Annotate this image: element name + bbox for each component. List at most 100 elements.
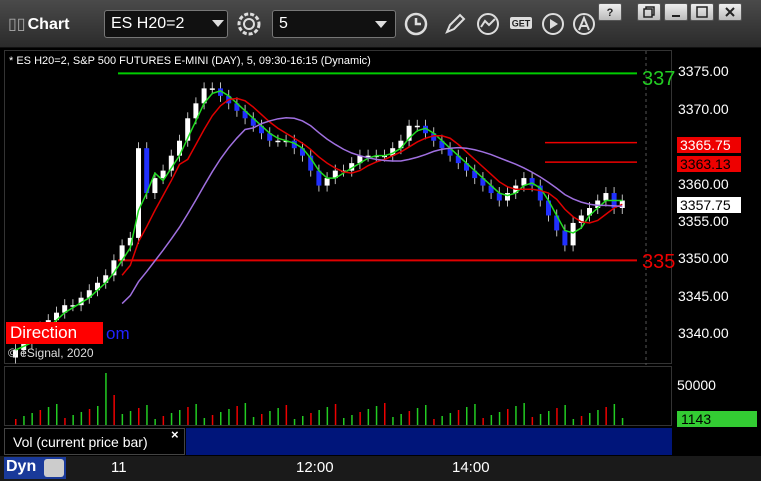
volume-bar: [326, 407, 329, 425]
interval-select[interactable]: 5: [272, 10, 396, 38]
volume-bar: [580, 416, 583, 425]
volume-bar: [220, 412, 222, 425]
volume-bar: [441, 416, 443, 425]
maximize-button[interactable]: [690, 3, 714, 21]
volume-bar: [162, 416, 165, 425]
volume-bar: [318, 410, 320, 425]
volume-bar: [211, 415, 214, 425]
dynamic-label: Dyn: [6, 458, 37, 475]
volume-bar: [236, 406, 238, 425]
green-level-label: 337: [642, 68, 676, 90]
minimize-button[interactable]: [664, 3, 688, 21]
volume-bar: [15, 419, 17, 425]
volume-bar: [375, 406, 378, 425]
symbol-input[interactable]: ES H20=2: [104, 10, 228, 38]
lower-red-price-tag: 3363.13: [677, 156, 741, 172]
price-tick-label: 3375.00: [678, 63, 729, 80]
volume-bar: [195, 404, 197, 425]
time-label-1400: 14:00: [452, 459, 490, 476]
volume-bar: [302, 416, 304, 425]
pencil-icon[interactable]: [440, 10, 470, 38]
play-icon[interactable]: [538, 10, 568, 38]
interval-value: 5: [279, 15, 288, 32]
red-average-line: [121, 97, 623, 276]
time-label-1200: 12:00: [296, 459, 334, 476]
volume-bar: [433, 419, 435, 425]
volume-study-tab[interactable]: Vol (current price bar): [4, 428, 185, 455]
volume-bar: [343, 418, 345, 425]
gear-icon[interactable]: [234, 10, 264, 38]
volume-bar: [597, 410, 599, 425]
svg-text:?: ?: [607, 7, 614, 18]
volume-bar: [482, 418, 484, 425]
volume-bar: [285, 405, 288, 425]
volume-bar: [252, 417, 255, 425]
chart-title-text: Chart: [27, 16, 70, 33]
volume-bar: [293, 419, 296, 425]
volume-bar: [474, 404, 476, 425]
volume-bar: [515, 406, 517, 425]
volume-panel[interactable]: [4, 366, 672, 426]
volume-bar: [138, 408, 140, 425]
help-button[interactable]: ?: [598, 3, 622, 21]
volume-bar: [72, 415, 74, 425]
volume-bar: [88, 409, 91, 425]
dynamic-toggle-icon[interactable]: [44, 459, 64, 477]
volume-bar: [351, 415, 353, 425]
volume-bar: [613, 404, 616, 425]
volume-bar: [179, 410, 181, 425]
direction-label-text: Direction: [10, 323, 78, 342]
time-label-11: 11: [111, 459, 127, 476]
close-icon: [725, 7, 735, 17]
volume-bar: [367, 409, 370, 425]
volume-bar: [572, 419, 575, 425]
volume-bar: [425, 405, 427, 425]
candle: [152, 178, 158, 194]
volume-bar: [539, 414, 542, 425]
direction-overlay-text: om: [106, 324, 130, 343]
alert-icon[interactable]: [569, 10, 599, 38]
direction-label: Direction om: [6, 322, 130, 344]
price-tick-label: 3355.00: [678, 212, 729, 229]
volume-bar: [384, 403, 386, 425]
candle: [505, 193, 510, 201]
get-data-icon[interactable]: GET: [506, 10, 536, 38]
price-tick-label: 3345.00: [678, 287, 729, 304]
volume-bar: [129, 411, 132, 425]
price-chart[interactable]: [4, 50, 672, 365]
volume-bar: [310, 413, 312, 425]
close-study-icon[interactable]: ×: [171, 427, 179, 442]
volume-bar: [466, 407, 468, 425]
candle: [275, 140, 281, 143]
price-tick-label: 3350.00: [678, 250, 729, 267]
volume-bar: [457, 410, 460, 425]
price-tick-label: 3340.00: [678, 325, 729, 342]
price-tick-label: 3360.00: [678, 175, 729, 192]
restore-button[interactable]: [637, 3, 661, 21]
volume-bar: [39, 410, 42, 425]
volume-bar: [97, 406, 99, 425]
clock-icon[interactable]: [401, 10, 431, 38]
symbol-chevron-down-icon[interactable]: [212, 20, 224, 27]
study-bar-area: [186, 428, 672, 455]
svg-text:GET: GET: [512, 19, 531, 29]
study-icon[interactable]: [473, 10, 503, 38]
chevron-down-icon: [375, 21, 387, 28]
volume-bar: [56, 404, 58, 425]
grip-handle[interactable]: ▯▯: [8, 16, 26, 33]
candle: [603, 193, 609, 201]
restore-icon: [643, 6, 655, 18]
volume-bar: [408, 411, 411, 425]
red-level-label: 335: [642, 251, 676, 273]
candle: [136, 148, 141, 238]
close-button[interactable]: [718, 3, 742, 21]
volume-bar: [203, 418, 206, 425]
help-icon: ?: [607, 7, 614, 18]
volume-bar: [523, 403, 525, 425]
chart-titlebar: ▯▯ Chart ES H20=2 5 GET ?: [0, 0, 761, 48]
volume-bar: [400, 414, 402, 425]
volume-bar: [121, 414, 124, 425]
volume-current-tag: 1143: [677, 411, 757, 427]
volume-bar: [334, 404, 337, 425]
candle: [209, 88, 215, 90]
